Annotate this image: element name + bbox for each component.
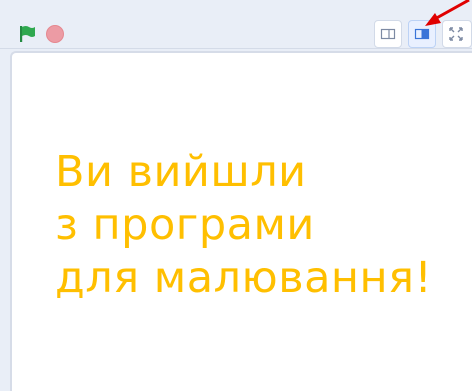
stop-button[interactable] bbox=[46, 25, 64, 43]
message-line-3: для малювання! bbox=[55, 253, 433, 303]
message-line-1: Ви вийшли bbox=[55, 147, 307, 197]
small-stage-button[interactable] bbox=[374, 20, 402, 48]
green-flag-icon[interactable] bbox=[18, 25, 36, 43]
red-arrow-icon bbox=[425, 0, 470, 26]
small-stage-icon bbox=[380, 28, 396, 40]
stage-header bbox=[0, 0, 472, 49]
stage-message: Ви вийшли з програми для малювання! bbox=[55, 146, 465, 305]
message-line-2: з програми bbox=[55, 200, 315, 250]
